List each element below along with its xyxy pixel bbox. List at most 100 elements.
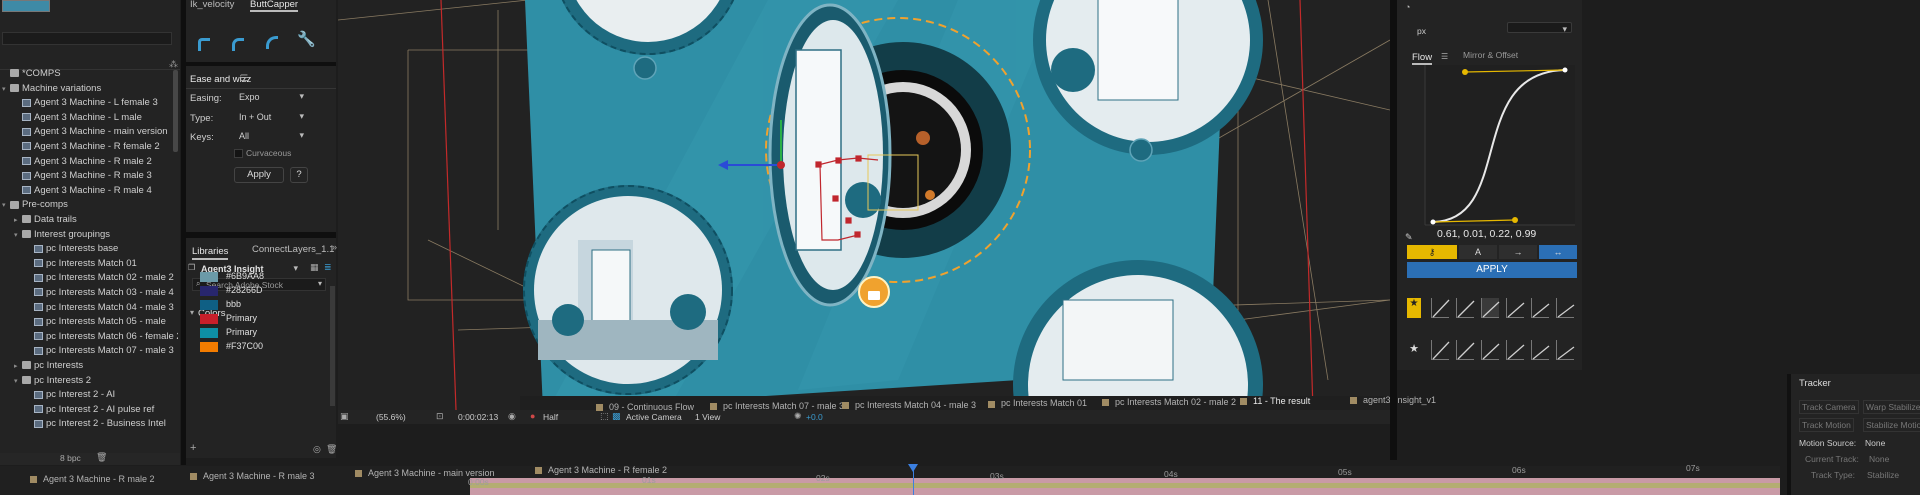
help-button[interactable]: ? (290, 167, 308, 183)
snapshot-icon[interactable]: ▣ (340, 411, 349, 422)
corner-icon-2[interactable] (232, 38, 244, 51)
bezier-curve-editor[interactable] (1415, 60, 1575, 230)
twirl-icon[interactable]: ▸ (14, 216, 22, 224)
twirl-icon[interactable]: ▸ (14, 362, 22, 370)
flow-apply-button[interactable]: APPLY (1407, 262, 1577, 278)
chevron-down-icon[interactable]: ▾ (318, 279, 322, 288)
ease-preset-icon[interactable] (1456, 298, 1475, 318)
project-folder-row[interactable]: ▾ Machine variations (0, 83, 101, 98)
viewer-tab[interactable]: 09 - Continuous Flow (596, 402, 694, 412)
double-arrow-icon-button[interactable]: ↔ (1539, 245, 1577, 259)
views-dropdown[interactable]: 1 View (695, 412, 720, 422)
project-comp-row[interactable]: pc Interests Match 02 - male 2 (0, 272, 174, 287)
presets-star-icon[interactable]: ★ (1407, 298, 1421, 318)
track-type-dropdown[interactable]: Stabilize (1867, 470, 1899, 480)
project-comp-row[interactable]: Agent 3 Machine - L female 3 (0, 97, 158, 112)
camera-icon[interactable]: ◉ (508, 411, 516, 422)
grid-view-icon[interactable]: ▦ (310, 262, 319, 273)
twirl-icon[interactable]: ▾ (2, 85, 10, 93)
viewer-zoom[interactable]: (55.6%) (376, 412, 406, 422)
ease-preset-icon[interactable] (1531, 340, 1550, 360)
color-swatch-label[interactable]: #F37C00 (226, 341, 263, 351)
text-icon-button[interactable]: A (1459, 245, 1497, 259)
project-search-input[interactable] (2, 32, 172, 45)
project-comp-row[interactable]: pc Interests Match 01 (0, 258, 137, 273)
trash-icon[interactable]: 🗑 (96, 452, 107, 463)
project-comp-row[interactable]: pc Interests Match 03 - male 4 (0, 287, 174, 302)
panel-menu-icon[interactable]: ☰ (240, 73, 248, 84)
tab-connectlayers[interactable]: ConnectLayers_1.1 (252, 244, 334, 255)
twirl-icon[interactable]: ▾ (14, 377, 22, 385)
trash-icon[interactable]: 🗑 (326, 444, 337, 455)
project-folder-row[interactable]: ▾ Interest groupings (0, 229, 110, 244)
ease-preset-icon[interactable] (1556, 340, 1575, 360)
project-comp-row[interactable]: pc Interests Match 06 - female 2 (0, 331, 178, 346)
composition-viewer[interactable] (338, 0, 1390, 410)
twirl-icon[interactable]: ▾ (14, 231, 22, 239)
curvaceous-checkbox[interactable] (234, 149, 243, 158)
project-folder-row[interactable]: ▸ Data trails (0, 214, 77, 229)
ease-preset-icon[interactable] (1481, 340, 1500, 360)
transparency-grid-icon[interactable]: ▩ (612, 411, 621, 422)
tracker-button-stabilize-motion[interactable]: Stabilize Motion (1863, 418, 1920, 432)
viewer-tab[interactable]: pc Interests Match 04 - male 3 (842, 400, 976, 410)
unit-label[interactable]: px (1417, 26, 1426, 36)
tracker-button-warp-stabilizer[interactable]: Warp Stabilizer (1863, 400, 1920, 414)
camera-dropdown[interactable]: Active Camera (626, 412, 682, 422)
project-comp-row[interactable]: Agent 3 Machine - R male 3 (0, 170, 152, 185)
project-folder-row[interactable]: ▾ pc Interests 2 (0, 375, 91, 390)
exposure-icon[interactable]: ✺ (794, 411, 802, 422)
library-scrollbar[interactable] (330, 286, 335, 406)
project-comp-row[interactable]: pc Interest 2 - AI pulse ref (0, 404, 154, 419)
curve-values[interactable]: 0.61, 0.01, 0.22, 0.99 (1437, 228, 1536, 240)
project-folder-row[interactable]: ▾ Pre-comps (0, 199, 68, 214)
viewer-tab[interactable]: pc Interests Match 07 - male 3 (710, 401, 844, 411)
project-scrollbar[interactable] (173, 70, 178, 152)
add-icon[interactable]: + (190, 442, 196, 454)
keys-dropdown[interactable]: All (234, 129, 308, 143)
ease-preset-icon[interactable] (1556, 298, 1575, 318)
project-folder-row[interactable]: ▸ pc Interests (0, 360, 83, 375)
project-comp-row[interactable]: Agent 3 Machine - R female 2 (0, 141, 160, 156)
easing-dropdown[interactable]: Expo (234, 90, 308, 104)
viewer-tab[interactable]: pc Interests Match 02 - male 2 (1102, 397, 1236, 407)
viewer-canvas[interactable] (338, 0, 1390, 410)
color-swatch[interactable] (200, 328, 218, 338)
color-swatch[interactable] (200, 272, 218, 282)
arrow-icon-button[interactable]: → (1499, 245, 1537, 259)
project-folder-row[interactable]: *COMPS (0, 68, 61, 83)
project-comp-row[interactable]: Agent 3 Machine - R male 4 (0, 185, 152, 200)
edit-icon[interactable]: ✎ (1405, 232, 1413, 243)
track-bar-pink[interactable] (470, 488, 1780, 495)
apply-button[interactable]: Apply (234, 167, 284, 183)
viewer-tab[interactable]: pc Interests Match 01 (988, 398, 1087, 408)
color-swatch[interactable] (200, 342, 218, 352)
twirl-icon[interactable]: ▾ (190, 308, 194, 317)
resolution-dropdown[interactable]: Half (543, 412, 558, 422)
viewer-timecode[interactable]: 0:00:02:13 (458, 412, 498, 422)
ease-preset-icon[interactable] (1481, 298, 1500, 318)
wrench-icon[interactable]: 🔧 (297, 30, 316, 48)
tab-libraries[interactable]: Libraries (192, 246, 229, 260)
cc-icon[interactable]: ◎ (313, 444, 321, 455)
exposure-value[interactable]: +0.0 (806, 412, 823, 422)
color-icon[interactable]: ● (530, 411, 535, 421)
project-comp-row[interactable]: pc Interest 2 - AI (0, 389, 115, 404)
project-comp-row[interactable]: Agent 3 Machine - R male 2 (0, 156, 152, 171)
color-swatch-label[interactable]: bbb (226, 299, 241, 309)
list-view-icon[interactable]: ≣ (324, 262, 332, 273)
tab-ik-velocity[interactable]: Ik_velocity (190, 0, 234, 10)
ease-preset-icon[interactable] (1506, 298, 1525, 318)
type-dropdown[interactable]: In + Out (234, 110, 308, 124)
timeline-tab[interactable]: Agent 3 Machine - R male 3 (190, 471, 315, 481)
favorites-star-icon[interactable]: ★ (1407, 342, 1421, 362)
project-comp-row[interactable]: Agent 3 Machine - L male (0, 112, 142, 127)
tracker-button-track-motion[interactable]: Track Motion (1799, 418, 1854, 432)
current-track-dropdown[interactable]: None (1869, 454, 1889, 464)
project-comp-row[interactable]: pc Interests Match 05 - male (0, 316, 166, 331)
twirl-icon[interactable]: ▾ (2, 201, 10, 209)
project-comp-row[interactable]: pc Interests Match 07 - male 3 (0, 345, 174, 360)
ease-preset-icon[interactable] (1431, 298, 1450, 318)
roi-icon[interactable]: ⬚ (600, 411, 609, 422)
color-swatch[interactable] (200, 314, 218, 324)
